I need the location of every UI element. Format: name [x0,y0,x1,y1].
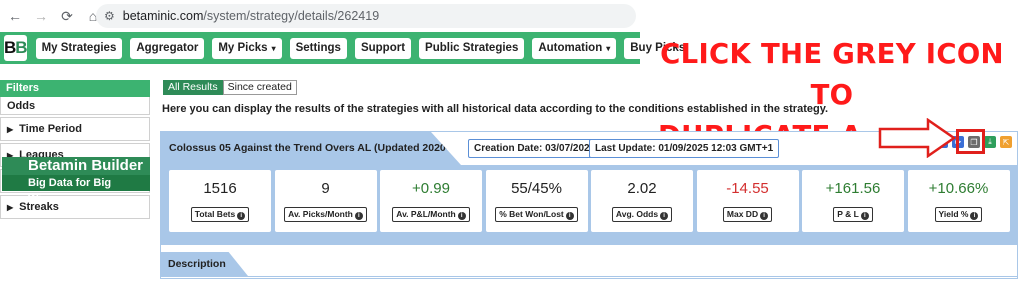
stat-card: +10.66% Yield % i [907,170,1010,232]
stat-label-button[interactable]: Av. P&L/Month i [392,207,470,222]
url-path: /system/strategy/details/262419 [203,9,380,23]
menu-label: Settings [295,42,341,54]
last-update: Last Update: 01/09/2025 12:03 GMT+1 [589,139,780,158]
stat-label-button[interactable]: Total Bets i [190,207,250,222]
menu-label: Aggregator [136,42,199,54]
tab-since-created[interactable]: Since created [222,80,297,95]
creation-date: Creation Date: 03/07/2020 [468,139,602,158]
filter-label: Odds [7,99,36,112]
site-info-icon[interactable]: ⚙ [104,9,115,23]
divider [160,276,1018,277]
main-menu: My Strategies Aggregator My Picks ▾ Settings… [35,37,700,59]
info-icon[interactable]: i [760,212,769,220]
reload-icon[interactable]: ⟳ [56,5,78,27]
filter-time-period[interactable]: ▶ Time Period [0,117,150,141]
info-icon[interactable]: i [970,212,979,220]
browser-toolbar: ← → ⟳ ⌂ ⚙ betaminic.com/system/strategy/… [0,0,1024,32]
stat-label-button[interactable]: Yield % i [934,207,983,222]
menu-my-strategies[interactable]: My Strategies [35,37,123,59]
stat-label: Max DD [726,209,759,219]
stat-card: 9 Av. Picks/Month i [274,170,377,232]
annotation-arrow-icon [878,118,957,158]
callout-line-1: CLICK THE GREY ICON TO [660,38,1004,111]
intro-text: Here you can display the results of the … [162,103,829,115]
share-icon[interactable]: ⇱ [1000,136,1012,148]
menu-my-picks[interactable]: My Picks ▾ [212,37,282,59]
info-icon[interactable]: i [237,212,246,220]
stat-value: 2.02 [627,180,657,197]
info-icon[interactable]: i [660,212,669,220]
betamin-builder-banner[interactable]: Betamin Builder Big Data for Big Winners [2,157,150,205]
stat-card: 55/45% % Bet Won/Lost i [485,170,588,232]
stat-label-button[interactable]: P & Li [833,207,873,222]
site-header: BB My Strategies Aggregator My Picks ▾ Setti… [0,32,747,64]
menu-support[interactable]: Support [354,37,412,59]
stat-label: % Bet Won/Lost [499,209,564,219]
page-root: ← → ⟳ ⌂ ⚙ betaminic.com/system/strategy/… [0,0,1024,285]
stat-card: +161.56 P & Li [802,170,904,232]
filter-streaks[interactable]: ▶ Streaks [0,195,150,219]
stat-label-button[interactable]: % Bet Won/Lost i [495,207,578,222]
expand-arrow-icon: ▶ [7,124,14,134]
stats-row: 1516 Total Bets i 9 Av. Picks/Month i +0.99 Av.… [161,165,1017,245]
stat-label-button[interactable]: Av. Picks/Month i [284,207,367,222]
forward-icon[interactable]: → [30,5,52,27]
expand-arrow-icon: ▶ [7,202,14,212]
filter-label: Time Period [19,123,82,135]
stat-value: 9 [321,180,330,197]
stat-card: +0.99 Av. P&L/Month i [380,170,482,232]
stat-label: Avg. Odds [615,209,659,219]
results-tabs: All Results Since created [163,80,297,95]
menu-label: Support [360,42,406,54]
menu-automation[interactable]: Automation ▾ [532,37,617,59]
stat-value: +10.66% [928,180,989,197]
stat-label-button[interactable]: Avg. Odds i [611,207,673,222]
stat-value: +0.99 [412,180,450,197]
menu-settings[interactable]: Settings [289,37,347,59]
download-icon[interactable]: ⤓ [984,136,996,148]
address-bar[interactable]: ⚙ betaminic.com/system/strategy/details/… [96,4,636,28]
stat-card: -14.55 Max DD i [696,170,799,232]
stat-value: 1516 [203,180,237,197]
menu-label: My Picks [218,42,268,54]
stat-value: -14.55 [726,180,769,197]
stat-card: 2.02 Avg. Odds i [591,170,693,232]
stat-label: Total Bets [194,209,236,219]
info-icon[interactable]: i [354,212,363,220]
tab-all-results[interactable]: All Results [163,80,223,95]
stat-label: Av. Picks/Month [288,209,353,219]
menu-label: Public Strategies [425,42,519,54]
caret-down-icon: ▾ [271,43,276,53]
menu-public-strategies[interactable]: Public Strategies [419,37,525,59]
info-icon[interactable]: i [860,212,869,220]
banner-title: Betamin Builder [2,157,150,175]
menu-aggregator[interactable]: Aggregator [130,37,205,59]
url-domain: betaminic.com [122,9,204,23]
menu-label: My Strategies [41,42,117,54]
site-logo[interactable]: BB [4,35,28,61]
stat-card: 1516 Total Bets i [169,170,271,232]
filter-odds[interactable]: Odds [0,97,150,115]
info-icon[interactable]: i [565,212,574,220]
menu-label: Automation [538,42,603,54]
back-icon[interactable]: ← [4,5,26,27]
banner-subtitle: Big Data for Big Winners [2,175,150,205]
filters-header: Filters [0,80,150,97]
stat-label: P & L [837,209,859,219]
filters-sidebar: Filters Odds▶Time Period▶Leagues▶Teams▶S… [0,80,150,219]
stat-value: 55/45% [511,180,562,197]
stat-label-button[interactable]: Max DD i [722,207,773,222]
info-icon[interactable]: i [457,212,466,220]
duplicate-highlight-box [956,129,985,154]
stat-label: Yield % [938,209,969,219]
stat-label: Av. P&L/Month [396,209,456,219]
caret-down-icon: ▾ [606,43,611,53]
stat-value: +161.56 [825,180,881,197]
strategy-name: Colossus 05 Against the Trend Overs AL (… [161,132,461,165]
